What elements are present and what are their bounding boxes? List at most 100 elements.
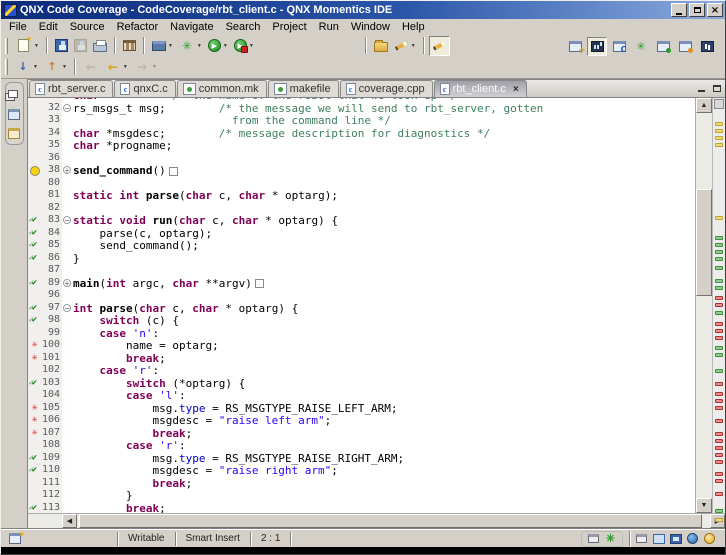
print-button[interactable]: [90, 36, 110, 56]
folded-region-icon[interactable]: [169, 167, 178, 176]
editor-tab[interactable]: crbt_client.c×: [434, 80, 527, 97]
new-wizard-button[interactable]: ▼: [12, 36, 42, 56]
overview-mark-covered[interactable]: [715, 353, 723, 357]
editor-tab[interactable]: common.mk: [177, 80, 267, 97]
code-line[interactable]: 108 case 'r':: [28, 439, 695, 452]
overview-mark-uncovered[interactable]: [715, 439, 723, 443]
menu-edit[interactable]: Edit: [33, 20, 64, 34]
scroll-down-button[interactable]: ▼: [696, 498, 712, 513]
new-fastview-icon[interactable]: [9, 533, 21, 544]
code-line[interactable]: 87: [28, 264, 695, 277]
horizontal-scrollbar[interactable]: ◀ ▶: [28, 513, 725, 528]
code-line[interactable]: 96: [28, 289, 695, 302]
highlight-toggle-button[interactable]: [429, 36, 450, 56]
editor-tab[interactable]: crbt_server.c: [29, 80, 113, 97]
code-line[interactable]: 104 case 'l':: [28, 389, 695, 402]
code-line[interactable]: 81static int parse(char c, char * optarg…: [28, 189, 695, 202]
menu-file[interactable]: File: [3, 20, 33, 34]
vertical-scrollbar[interactable]: ▲ ▼: [695, 98, 712, 513]
code-line[interactable]: 111 break;: [28, 477, 695, 490]
scroll-left-button[interactable]: ◀: [62, 514, 77, 528]
menu-refactor[interactable]: Refactor: [111, 20, 165, 34]
perspective-cpp[interactable]: [609, 37, 629, 56]
overview-mark-uncovered[interactable]: [715, 296, 723, 300]
code-line[interactable]: ✔97−int parse(char c, char * optarg) {: [28, 302, 695, 315]
overview-mark-covered[interactable]: [715, 346, 723, 350]
code-line[interactable]: ✔98 switch (c) {: [28, 314, 695, 327]
toolbar-grip[interactable]: [5, 59, 8, 75]
overview-mark-uncovered[interactable]: [715, 453, 723, 457]
code-line[interactable]: ✔86}: [28, 252, 695, 265]
view-navigator[interactable]: [8, 128, 20, 139]
overview-mark-uncovered[interactable]: [715, 492, 723, 496]
overview-mark-partial[interactable]: [715, 518, 723, 522]
dropdown-arrow-icon[interactable]: ▼: [223, 43, 228, 49]
last-edit-location-button[interactable]: ←: [80, 57, 102, 77]
overview-mark-uncovered[interactable]: [715, 336, 723, 340]
code-line[interactable]: 102 case 'r':: [28, 364, 695, 377]
menu-search[interactable]: Search: [220, 20, 267, 34]
code-line[interactable]: 35char *progname;: [28, 139, 695, 152]
save-button[interactable]: [52, 36, 71, 56]
code-line[interactable]: ✔110 msgdesc = "raise right arm";: [28, 464, 695, 477]
maximize-editor-button[interactable]: [710, 82, 723, 94]
minimize-editor-button[interactable]: [695, 82, 708, 94]
import-button[interactable]: ↓▼: [12, 57, 41, 77]
perspective-code-coverage[interactable]: [587, 37, 607, 56]
fastview-restore[interactable]: [8, 90, 18, 98]
overview-mark-uncovered[interactable]: [715, 382, 723, 386]
code-line[interactable]: 33 from the command line */: [28, 114, 695, 127]
overview-mark-covered[interactable]: [715, 311, 723, 315]
debug-tool-button[interactable]: ▼: [149, 36, 176, 56]
export-button[interactable]: ↑▼: [41, 57, 70, 77]
code-line[interactable]: ✳107 break;: [28, 427, 695, 440]
menu-source[interactable]: Source: [64, 20, 111, 34]
shortcut-console-icon[interactable]: [669, 533, 682, 545]
overview-mark-covered[interactable]: [715, 236, 723, 240]
perspective-target[interactable]: [653, 37, 673, 56]
code-line[interactable]: ✔83−static void run(char c, char * optar…: [28, 214, 695, 227]
minimize-button[interactable]: [671, 3, 687, 17]
code-line[interactable]: ✳101 break;: [28, 352, 695, 365]
overview-mark-covered[interactable]: [715, 257, 723, 261]
dropdown-arrow-icon[interactable]: ▼: [152, 64, 157, 70]
forward-button[interactable]: →▼: [131, 57, 160, 77]
overview-mark-partial[interactable]: [715, 122, 723, 126]
save-all-button[interactable]: [71, 36, 90, 56]
overview-mark-partial[interactable]: [715, 129, 723, 133]
dropdown-arrow-icon[interactable]: ▼: [33, 64, 38, 70]
code-line[interactable]: 82: [28, 202, 695, 215]
dropdown-arrow-icon[interactable]: ▼: [34, 43, 39, 49]
code-line[interactable]: ✔85 send_command();: [28, 239, 695, 252]
code-line[interactable]: ✔113 break;: [28, 502, 695, 514]
overview-mark-uncovered[interactable]: [715, 479, 723, 483]
overview-mark-uncovered[interactable]: [715, 322, 723, 326]
overview-mark-partial[interactable]: [715, 136, 723, 140]
fastview-window-icon[interactable]: [587, 533, 600, 545]
open-perspective-button[interactable]: [565, 37, 585, 56]
overview-mark-uncovered[interactable]: [715, 392, 723, 396]
overview-mark-covered[interactable]: [715, 369, 723, 373]
overview-mark-covered[interactable]: [715, 286, 723, 290]
code-line[interactable]: 34char *msgdesc; /* message description …: [28, 127, 695, 140]
editor-tab[interactable]: ccoverage.cpp: [340, 80, 433, 97]
folded-region-icon[interactable]: [255, 279, 264, 288]
overview-mark-uncovered[interactable]: [715, 406, 723, 410]
menu-help[interactable]: Help: [396, 20, 431, 34]
shortcut-table-icon[interactable]: [652, 533, 665, 545]
shortcut-globe-icon[interactable]: [686, 533, 699, 545]
code-editor[interactable]: char /* the name of the robot that we lo…: [28, 98, 695, 513]
perspective-profiler[interactable]: [697, 37, 717, 56]
overview-mark-covered[interactable]: [715, 250, 723, 254]
fold-toggle-icon[interactable]: −: [62, 302, 73, 315]
open-file-button[interactable]: [371, 36, 391, 56]
code-line[interactable]: 36: [28, 152, 695, 165]
code-line[interactable]: 99 case 'n':: [28, 327, 695, 340]
overview-mark-covered[interactable]: [715, 266, 723, 270]
back-button[interactable]: ←▼: [102, 57, 131, 77]
menu-run[interactable]: Run: [313, 20, 345, 34]
code-line[interactable]: ✳100 name = optarg;: [28, 339, 695, 352]
menu-window[interactable]: Window: [345, 20, 396, 34]
shortcut-clock-icon[interactable]: [703, 533, 716, 545]
fold-toggle-icon[interactable]: +: [62, 164, 73, 177]
